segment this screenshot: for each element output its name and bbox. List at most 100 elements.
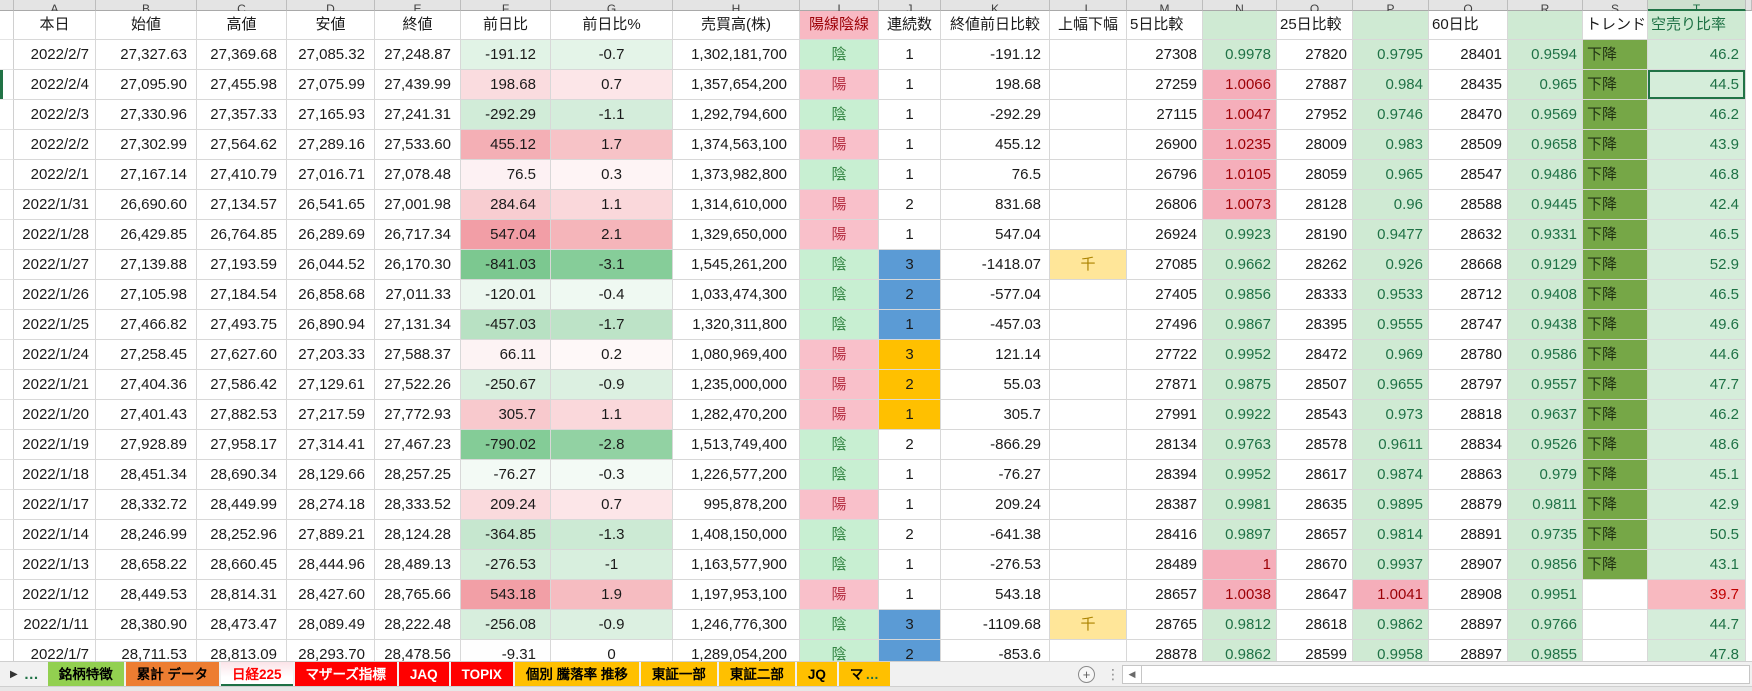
cell-T6[interactable]: 46.8	[1648, 160, 1746, 190]
cell-O3[interactable]: 27887	[1277, 70, 1353, 100]
cell-C17[interactable]: 28,449.99	[197, 490, 287, 520]
column-header-B[interactable]: B	[96, 0, 197, 11]
cell-D8[interactable]: 26,289.69	[287, 220, 375, 250]
cell-Q20[interactable]: 28908	[1429, 580, 1508, 610]
cell-Q9[interactable]: 28668	[1429, 250, 1508, 280]
cell-R14[interactable]: 0.9637	[1508, 400, 1583, 430]
cell-G7[interactable]: 1.1	[551, 190, 673, 220]
cell-J3[interactable]: 1	[879, 70, 941, 100]
row-gutter[interactable]	[0, 40, 14, 70]
cell-F15[interactable]: -790.02	[461, 430, 551, 460]
sheet-tab-8[interactable]: 東証一部	[640, 662, 717, 687]
cell-I19[interactable]: 陰	[800, 550, 879, 580]
cell-O11[interactable]: 28395	[1277, 310, 1353, 340]
column-header-H[interactable]: H	[673, 0, 800, 11]
cell-G16[interactable]: -0.3	[551, 460, 673, 490]
cell-B18[interactable]: 28,246.99	[96, 520, 197, 550]
cell-N6[interactable]: 1.0105	[1203, 160, 1277, 190]
cell-B19[interactable]: 28,658.22	[96, 550, 197, 580]
row-gutter[interactable]	[0, 550, 14, 580]
cell-G15[interactable]: -2.8	[551, 430, 673, 460]
cell-B5[interactable]: 27,302.99	[96, 130, 197, 160]
column-header-M[interactable]: M	[1127, 0, 1203, 11]
cell-C22[interactable]: 28,813.09	[197, 640, 287, 661]
cell-M7[interactable]: 26806	[1127, 190, 1203, 220]
column-header-T[interactable]: T	[1648, 0, 1746, 11]
cell-J22[interactable]: 2	[879, 640, 941, 661]
cell-P4[interactable]: 0.9746	[1353, 100, 1429, 130]
cell-F7[interactable]: 284.64	[461, 190, 551, 220]
row-gutter[interactable]	[0, 130, 14, 160]
row-gutter[interactable]	[0, 520, 14, 550]
header-cell-low[interactable]: 安値	[287, 11, 375, 40]
cell-S3[interactable]: 下降	[1583, 70, 1648, 100]
sheet-tab-5[interactable]: JAQ	[398, 662, 449, 687]
add-sheet-button[interactable]: +	[1078, 666, 1095, 683]
cell-P17[interactable]: 0.9895	[1353, 490, 1429, 520]
cell-D15[interactable]: 27,314.41	[287, 430, 375, 460]
cell-K11[interactable]: -457.03	[941, 310, 1050, 340]
cell-E10[interactable]: 27,011.33	[375, 280, 461, 310]
cell-Q16[interactable]: 28863	[1429, 460, 1508, 490]
cell-A8[interactable]: 2022/1/28	[14, 220, 96, 250]
cell-I4[interactable]: 陰	[800, 100, 879, 130]
cell-K9[interactable]: -1418.07	[941, 250, 1050, 280]
cell-E19[interactable]: 28,489.13	[375, 550, 461, 580]
cell-B14[interactable]: 27,401.43	[96, 400, 197, 430]
cell-A14[interactable]: 2022/1/20	[14, 400, 96, 430]
cell-E18[interactable]: 28,124.28	[375, 520, 461, 550]
cell-O10[interactable]: 28333	[1277, 280, 1353, 310]
cell-M17[interactable]: 28387	[1127, 490, 1203, 520]
cell-N16[interactable]: 0.9952	[1203, 460, 1277, 490]
cell-P8[interactable]: 0.9477	[1353, 220, 1429, 250]
cell-S17[interactable]: 下降	[1583, 490, 1648, 520]
row-gutter[interactable]	[0, 400, 14, 430]
cell-H16[interactable]: 1,226,577,200	[673, 460, 800, 490]
column-header-P[interactable]: P	[1353, 0, 1429, 11]
header-cell-d5_ratio[interactable]	[1203, 11, 1277, 40]
cell-O9[interactable]: 28262	[1277, 250, 1353, 280]
cell-Q4[interactable]: 28470	[1429, 100, 1508, 130]
cell-O5[interactable]: 28009	[1277, 130, 1353, 160]
cell-P7[interactable]: 0.96	[1353, 190, 1429, 220]
cell-N4[interactable]: 1.0047	[1203, 100, 1277, 130]
cell-K14[interactable]: 305.7	[941, 400, 1050, 430]
cell-C6[interactable]: 27,410.79	[197, 160, 287, 190]
cell-O13[interactable]: 28507	[1277, 370, 1353, 400]
cell-C9[interactable]: 27,193.59	[197, 250, 287, 280]
cell-K8[interactable]: 547.04	[941, 220, 1050, 250]
cell-S2[interactable]: 下降	[1583, 40, 1648, 70]
cell-E17[interactable]: 28,333.52	[375, 490, 461, 520]
cell-L22[interactable]	[1050, 640, 1127, 661]
cell-E8[interactable]: 26,717.34	[375, 220, 461, 250]
cell-F16[interactable]: -76.27	[461, 460, 551, 490]
cell-H8[interactable]: 1,329,650,000	[673, 220, 800, 250]
cell-J11[interactable]: 1	[879, 310, 941, 340]
cell-B22[interactable]: 28,711.53	[96, 640, 197, 661]
cell-K10[interactable]: -577.04	[941, 280, 1050, 310]
cell-C5[interactable]: 27,564.62	[197, 130, 287, 160]
header-cell-d60_ratio[interactable]	[1508, 11, 1583, 40]
column-header-L[interactable]: L	[1050, 0, 1127, 11]
cell-J6[interactable]: 1	[879, 160, 941, 190]
cell-G20[interactable]: 1.9	[551, 580, 673, 610]
cell-M20[interactable]: 28657	[1127, 580, 1203, 610]
cell-I18[interactable]: 陰	[800, 520, 879, 550]
cell-H20[interactable]: 1,197,953,100	[673, 580, 800, 610]
cell-M21[interactable]: 28765	[1127, 610, 1203, 640]
cell-M8[interactable]: 26924	[1127, 220, 1203, 250]
cell-F3[interactable]: 198.68	[461, 70, 551, 100]
cell-O21[interactable]: 28618	[1277, 610, 1353, 640]
cell-A4[interactable]: 2022/2/3	[14, 100, 96, 130]
cell-A20[interactable]: 2022/1/12	[14, 580, 96, 610]
cell-P2[interactable]: 0.9795	[1353, 40, 1429, 70]
cell-T11[interactable]: 49.6	[1648, 310, 1746, 340]
cell-G13[interactable]: -0.9	[551, 370, 673, 400]
cell-D20[interactable]: 28,427.60	[287, 580, 375, 610]
cell-E6[interactable]: 27,078.48	[375, 160, 461, 190]
cell-S21[interactable]	[1583, 610, 1648, 640]
cell-G8[interactable]: 2.1	[551, 220, 673, 250]
cell-Q14[interactable]: 28818	[1429, 400, 1508, 430]
cell-L15[interactable]	[1050, 430, 1127, 460]
cell-J12[interactable]: 3	[879, 340, 941, 370]
